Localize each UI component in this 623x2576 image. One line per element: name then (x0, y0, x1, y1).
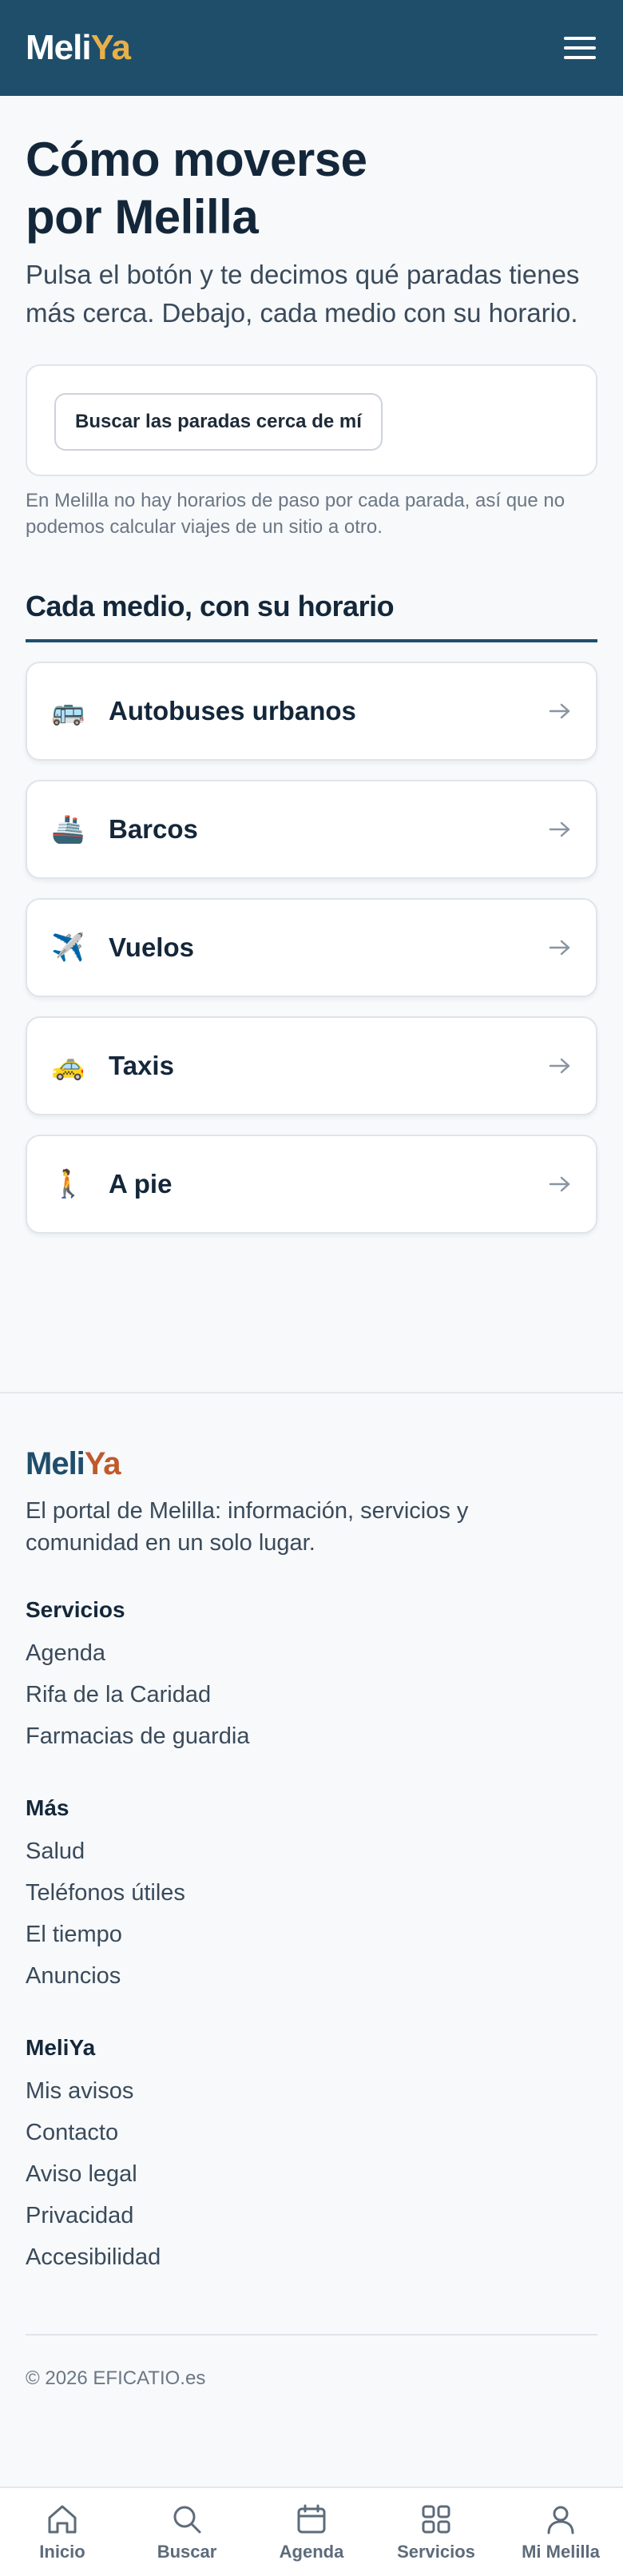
transport-mode-card[interactable]: 🚢 Barcos (26, 780, 597, 879)
taxi-icon: 🚕 (51, 1051, 85, 1081)
footer-group-title: MeliYa (26, 2035, 96, 2060)
footer-link[interactable]: Contacto (26, 2112, 597, 2153)
page-title: Cómo moverse por Melilla (26, 131, 597, 246)
footer-link[interactable]: Teléfonos útiles (26, 1872, 597, 1914)
footer-link[interactable]: Aviso legal (26, 2153, 597, 2195)
transport-mode-label: Autobuses urbanos (109, 696, 356, 725)
menu-bar (564, 56, 596, 59)
grid-icon (422, 2505, 450, 2534)
bus-icon: 🚌 (51, 696, 85, 726)
footer-link-group: Más Salud Teléfonos útiles El tiempo Anuncio… (26, 1795, 597, 1997)
footer-link[interactable]: Mis avisos (26, 2070, 597, 2112)
transport-mode-card[interactable]: 🚌 Autobuses urbanos (26, 662, 597, 761)
main-content: Cómo moverse por Melilla Pulsa el botón … (26, 96, 597, 1253)
arrow-right-icon (549, 1058, 570, 1074)
transport-mode-card[interactable]: 🚶 A pie (26, 1135, 597, 1234)
nav-item-mi-melilla[interactable]: Mi Melilla (498, 2502, 623, 2562)
nav-label: Inicio (39, 2542, 85, 2562)
copyright: © 2026 EFICATIO.es (26, 2367, 206, 2389)
menu-bar (564, 46, 596, 50)
nav-label: Buscar (157, 2542, 217, 2562)
pedestrian-icon: 🚶 (51, 1169, 85, 1199)
arrow-right-icon (549, 1176, 570, 1192)
top-header: MeliYa (0, 0, 623, 96)
section-title: Cada medio, con su horario (26, 590, 597, 642)
transport-mode-label: Taxis (109, 1051, 174, 1080)
footer-link[interactable]: Rifa de la Caridad (26, 1674, 597, 1715)
transport-mode-list: 🚌 Autobuses urbanos 🚢 Barcos ✈️ Vuelos 🚕 Taxis 🚶… (26, 662, 597, 1234)
nav-item-agenda[interactable]: Agenda (249, 2502, 374, 2562)
transport-mode-card[interactable]: ✈️ Vuelos (26, 898, 597, 997)
transport-mode-card[interactable]: 🚕 Taxis (26, 1016, 597, 1115)
ship-icon: 🚢 (51, 814, 85, 845)
footer-logo-part2: Ya (84, 1446, 121, 1481)
footer-logo[interactable]: MeliYa (26, 1446, 597, 1482)
page-lead: Pulsa el botón y te decimos qué paradas … (26, 256, 597, 332)
site-logo[interactable]: MeliYa (26, 28, 131, 68)
footer-divider (26, 2334, 597, 2335)
footer-tagline: El portal de Melilla: información, servi… (26, 1495, 597, 1559)
page-title-line: Cómo moverse (26, 133, 367, 186)
transport-mode-label: Vuelos (109, 932, 194, 962)
footer-link-group: Servicios Agenda Rifa de la Caridad Farmaci… (26, 1597, 597, 1757)
transport-mode-label: Barcos (109, 814, 198, 844)
footer-link[interactable]: Privacidad (26, 2195, 597, 2236)
nav-item-buscar[interactable]: Buscar (125, 2502, 249, 2562)
logo-text-part1: Meli (26, 28, 92, 67)
user-icon (547, 2506, 574, 2534)
footer-link[interactable]: Farmacias de guardia (26, 1715, 597, 1757)
nearby-stops-card: Buscar las paradas cerca de mí (26, 364, 597, 476)
nav-label: Servicios (397, 2542, 475, 2562)
logo-text-part2: Ya (90, 28, 131, 67)
schedule-note: En Melilla no hay horarios de paso por c… (26, 487, 597, 540)
footer-link-group: MeliYa Mis avisos Contacto Aviso legal Priva… (26, 2035, 597, 2278)
footer-logo-part1: Meli (26, 1446, 85, 1481)
bottom-nav: Inicio Buscar Agenda Servicios Mi Melill… (0, 2487, 623, 2576)
footer-link[interactable]: Salud (26, 1831, 597, 1872)
arrow-right-icon (549, 821, 570, 837)
arrow-right-icon (549, 703, 570, 719)
nav-item-servicios[interactable]: Servicios (374, 2502, 498, 2562)
calendar-icon (297, 2504, 326, 2534)
find-nearby-stops-button[interactable]: Buscar las paradas cerca de mí (54, 393, 383, 451)
footer-group-title: Más (26, 1795, 69, 1820)
nav-label: Agenda (279, 2542, 344, 2562)
page-title-line: por Melilla (26, 190, 259, 244)
home-icon (48, 2505, 77, 2534)
footer-link-groups: Servicios Agenda Rifa de la Caridad Farmaci… (26, 1597, 597, 2278)
nav-label: Mi Melilla (522, 2542, 600, 2562)
note-line: podemos calcular viajes de un sitio a ot… (26, 516, 383, 538)
hamburger-menu-icon[interactable] (562, 34, 597, 62)
nav-item-inicio[interactable]: Inicio (0, 2502, 125, 2562)
lead-line: más cerca. Debajo, cada medio con su hor… (26, 298, 578, 328)
transport-mode-label: A pie (109, 1169, 173, 1199)
footer-link[interactable]: Accesibilidad (26, 2236, 597, 2278)
menu-bar (564, 37, 596, 40)
note-line: En Melilla no hay horarios de paso por c… (26, 490, 565, 511)
airplane-icon: ✈️ (51, 932, 85, 963)
arrow-right-icon (549, 940, 570, 956)
footer-link[interactable]: El tiempo (26, 1914, 597, 1955)
footer-group-title: Servicios (26, 1597, 125, 1622)
footer-link[interactable]: Agenda (26, 1632, 597, 1674)
lead-line: Pulsa el botón y te decimos qué paradas … (26, 260, 580, 289)
tagline-line: El portal de Melilla: información, servi… (26, 1498, 469, 1524)
search-icon (173, 2506, 201, 2534)
tagline-line: comunidad en un solo lugar. (26, 1530, 315, 1556)
site-footer: MeliYa El portal de Melilla: información… (0, 1392, 623, 2487)
footer-link[interactable]: Anuncios (26, 1955, 597, 1997)
